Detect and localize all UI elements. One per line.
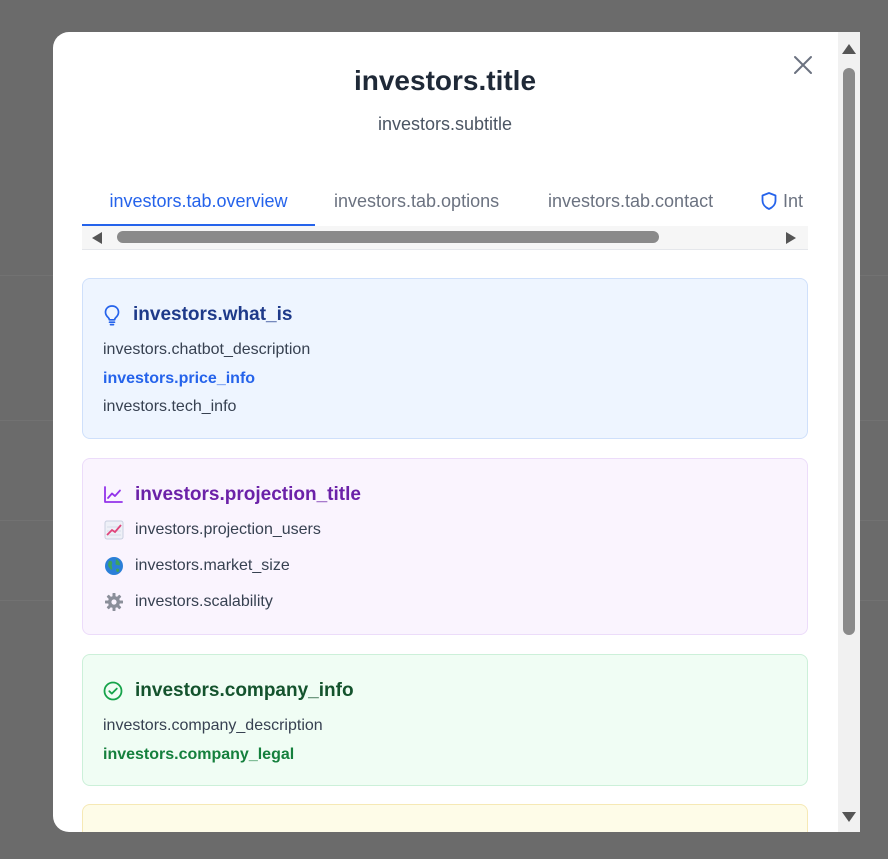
price-info: investors.price_info — [103, 370, 256, 387]
projection-card: investors.projection_title investors.pro… — [82, 458, 808, 635]
tabs-horizontal-scrollbar[interactable] — [82, 226, 808, 249]
gear-icon — [103, 591, 125, 613]
card-heading: investors.company_info — [103, 677, 354, 705]
investors-modal: investors.title investors.subtitle inves… — [53, 32, 860, 832]
scroll-up-arrow-icon[interactable] — [842, 44, 856, 54]
modal-title: investors.title — [353, 65, 537, 96]
market-size-row: investors.market_size — [103, 555, 290, 577]
modal-vertical-scrollbar[interactable] — [838, 32, 860, 832]
tab-overview[interactable]: investors.tab.overview — [82, 176, 315, 226]
chart-increasing-icon — [103, 519, 125, 541]
card-title: investors.what_is — [133, 304, 293, 325]
tab-contact[interactable]: investors.tab.contact — [548, 176, 713, 226]
check-circle-icon — [103, 681, 123, 701]
scalability-row: investors.scalability — [103, 591, 273, 613]
tab-label: investors.tab.options — [334, 191, 500, 211]
card-title: investors.company_info — [135, 680, 354, 701]
tab-label: Int — [783, 191, 804, 211]
line-chart-icon — [104, 486, 123, 503]
projection-users-text: investors.projection_users — [135, 521, 321, 538]
company-legal: investors.company_legal — [103, 746, 295, 763]
lightbulb-icon — [104, 305, 120, 326]
globe-icon — [103, 555, 125, 577]
scroll-down-arrow-icon[interactable] — [842, 812, 856, 822]
shield-icon — [761, 192, 777, 210]
card-title: investors.projection_title — [135, 484, 361, 505]
company-description: investors.company_description — [103, 717, 323, 734]
tab-bar: investors.tab.overview investors.tab.opt… — [82, 176, 808, 250]
tab-label: investors.tab.contact — [548, 191, 714, 211]
scalability-text: investors.scalability — [135, 593, 273, 610]
projection-users-row: investors.projection_users — [103, 519, 321, 541]
scroll-left-arrow-icon[interactable] — [92, 232, 102, 244]
partial-card — [82, 804, 808, 832]
card-heading: investors.what_is — [103, 301, 292, 329]
what-is-card: investors.what_is investors.chatbot_desc… — [82, 278, 808, 439]
scroll-right-arrow-icon[interactable] — [786, 232, 796, 244]
market-size-text: investors.market_size — [135, 557, 290, 574]
chatbot-description: investors.chatbot_description — [103, 341, 311, 358]
scrollbar-thumb[interactable] — [117, 231, 659, 243]
tab-options[interactable]: investors.tab.options — [334, 176, 499, 226]
tab-int[interactable]: Int — [761, 176, 803, 226]
modal-subtitle: investors.subtitle — [377, 114, 513, 134]
card-heading: investors.projection_title — [103, 481, 361, 509]
company-info-card: investors.company_info investors.company… — [82, 654, 808, 786]
tech-info: investors.tech_info — [103, 398, 237, 415]
scrollbar-thumb[interactable] — [843, 68, 855, 635]
tab-strip: investors.tab.overview investors.tab.opt… — [82, 176, 808, 226]
tab-label: investors.tab.overview — [109, 191, 288, 211]
